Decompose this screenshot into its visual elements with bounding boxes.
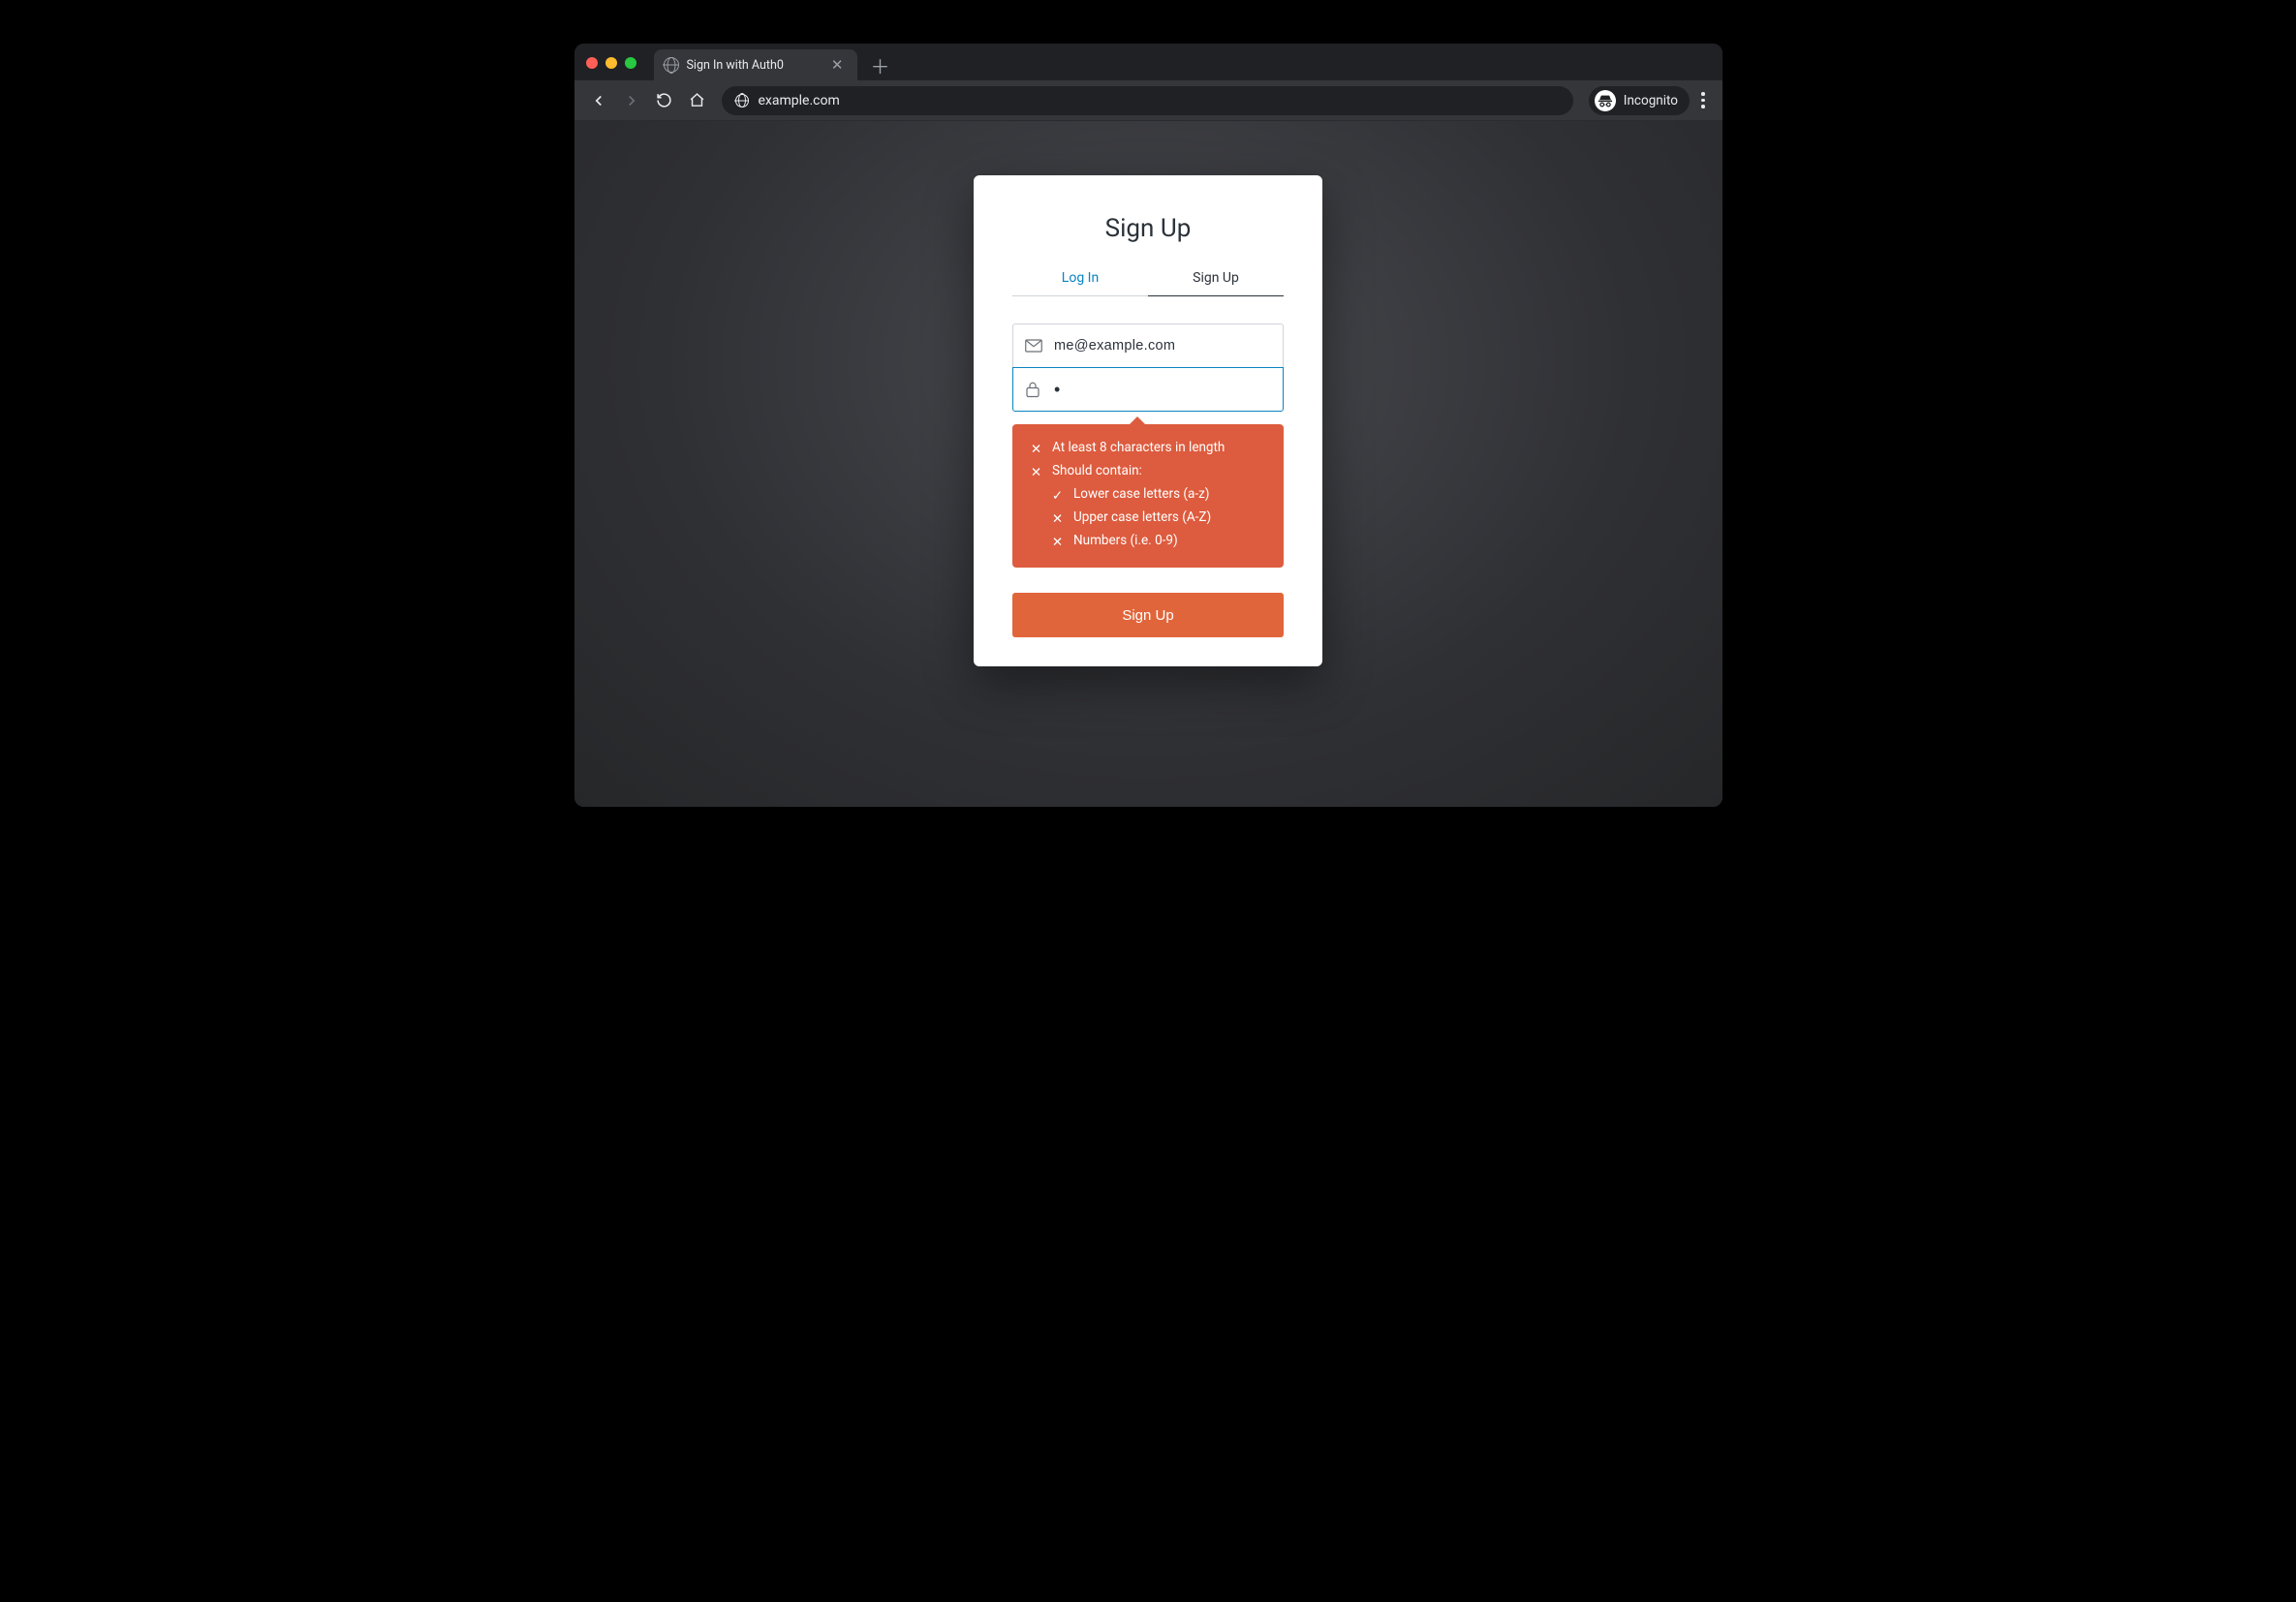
browser-menu-button[interactable] [1693, 92, 1713, 108]
new-tab-button[interactable]: ＋ [857, 49, 904, 80]
signup-button[interactable]: Sign Up [1012, 593, 1284, 637]
password-field-wrapper [1012, 367, 1284, 412]
x-icon: ✕ [1030, 442, 1042, 457]
lock-icon [1025, 381, 1042, 398]
page-viewport: Sign Up Log In Sign Up [574, 121, 1722, 807]
browser-tab[interactable]: Sign In with Auth0 ✕ [654, 49, 857, 80]
minimize-window-button[interactable] [605, 57, 617, 69]
x-icon: ✕ [1051, 511, 1064, 527]
incognito-icon [1595, 90, 1616, 111]
form-fields [974, 323, 1322, 412]
toolbar: example.com Incognito [574, 80, 1722, 121]
email-field-wrapper [1012, 323, 1284, 368]
browser-window: Sign In with Auth0 ✕ ＋ example.com Incog… [574, 44, 1722, 807]
x-icon: ✕ [1051, 535, 1064, 550]
tab-title: Sign In with Auth0 [687, 58, 820, 73]
hint-lowercase: ✓ Lower case letters (a-z) [1051, 486, 1266, 504]
password-requirements: ✕ At least 8 characters in length ✕ Shou… [1012, 424, 1284, 568]
address-bar[interactable]: example.com [722, 86, 1573, 115]
card-title: Sign Up [974, 214, 1322, 243]
globe-icon [664, 57, 679, 73]
password-input[interactable] [1054, 380, 1279, 400]
site-info-icon[interactable] [735, 94, 749, 108]
x-icon: ✕ [1030, 465, 1042, 480]
url-text: example.com [759, 93, 840, 108]
titlebar: Sign In with Auth0 ✕ ＋ [574, 44, 1722, 80]
tab-signup[interactable]: Sign Up [1148, 270, 1284, 296]
back-button[interactable] [584, 86, 613, 115]
check-icon: ✓ [1051, 488, 1064, 504]
auth-card: Sign Up Log In Sign Up [974, 175, 1322, 666]
forward-button[interactable] [617, 86, 646, 115]
incognito-indicator[interactable]: Incognito [1589, 86, 1690, 115]
close-tab-button[interactable]: ✕ [827, 56, 848, 74]
auth-tabs: Log In Sign Up [1012, 270, 1284, 296]
email-input[interactable] [1054, 338, 1271, 354]
home-button[interactable] [683, 86, 712, 115]
reload-button[interactable] [650, 86, 679, 115]
maximize-window-button[interactable] [625, 57, 636, 69]
hint-uppercase: ✕ Upper case letters (A-Z) [1051, 509, 1266, 527]
hint-contain: ✕ Should contain: [1030, 463, 1266, 480]
incognito-label: Incognito [1624, 93, 1678, 108]
mail-icon [1025, 339, 1042, 353]
hint-numbers: ✕ Numbers (i.e. 0-9) [1051, 533, 1266, 550]
hint-length: ✕ At least 8 characters in length [1030, 440, 1266, 457]
close-window-button[interactable] [586, 57, 598, 69]
tab-login[interactable]: Log In [1012, 270, 1148, 296]
window-controls [586, 57, 636, 69]
